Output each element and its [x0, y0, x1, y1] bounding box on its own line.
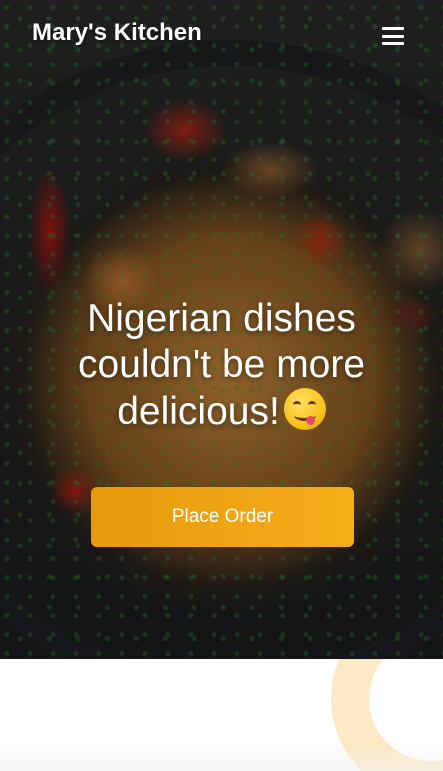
hamburger-menu-icon[interactable]	[380, 24, 406, 48]
section-fade	[0, 741, 443, 771]
hero-headline: Nigerian dishes couldn't be more delicio…	[20, 296, 423, 435]
place-order-button[interactable]: Place Order	[91, 487, 354, 547]
brand-logo[interactable]: Mary's Kitchen	[32, 19, 202, 47]
menu-bar	[382, 42, 404, 45]
menu-bar	[382, 34, 404, 38]
menu-bar	[382, 27, 404, 30]
content-section	[0, 659, 443, 771]
navbar: Mary's Kitchen	[0, 0, 443, 70]
face-savoring-food-emoji-icon	[283, 388, 326, 430]
